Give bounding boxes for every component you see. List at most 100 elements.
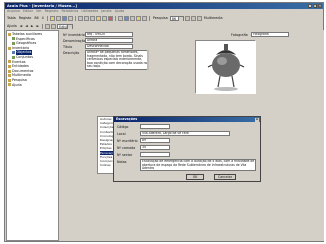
navigation-toolbar: Ajuda ◄ ◄ ► ► Edição [5,23,323,29]
table-icon [12,41,15,45]
tree-item[interactable]: Ajuda [8,83,57,88]
layer-number-field[interactable]: 34 [140,145,170,150]
open-folder-icon[interactable] [49,16,55,21]
cancel-button[interactable]: Cancelar [214,174,236,180]
description-scrollbar[interactable] [147,50,149,70]
office-number-label: Nº escritério [117,139,138,143]
dialog-title: Escavações [116,117,138,121]
denomination-field[interactable]: Ânfora [85,38,133,43]
location-label: Local [117,132,126,136]
code-field[interactable] [140,124,170,129]
close-button[interactable]: x [318,4,322,8]
notes-field[interactable]: Escavação de emergência com a duração de… [140,159,256,171]
filter-icon[interactable] [117,16,123,21]
folder-icon [8,78,11,82]
description-label: Descrição [63,51,80,55]
office-number-field[interactable]: 89 [140,138,170,143]
toolbar-separator [148,16,150,21]
excavations-dialog: Escavações x Código Local Vila Adentro, … [113,116,261,182]
report-icon[interactable] [184,16,190,21]
copy-icon[interactable] [83,16,89,21]
menu-window[interactable]: Janela [101,9,111,14]
description-field[interactable]: Ânfora* de pequenas dimensões, fragmenta… [85,50,149,70]
delete-record-icon[interactable] [107,16,113,21]
object-photo [195,40,256,94]
mode-combo[interactable]: Edição [57,23,74,29]
menu-file[interactable]: Arquivo [7,9,20,14]
save-icon[interactable] [55,16,61,21]
multimedia-label[interactable]: Multimedia [203,16,224,21]
paste-icon[interactable] [89,16,95,21]
folder-icon [8,74,11,78]
table-label: Tabla [7,16,16,20]
inventory-number-field[interactable]: arq - 09020 [85,32,133,37]
folder-icon [8,69,11,73]
dialog-title-bar: Escavações x [114,117,260,122]
help-icon[interactable] [196,16,202,21]
refresh-icon[interactable] [45,23,51,29]
record-value: 86 [34,16,39,20]
record-label: Registo [18,16,32,20]
find-combo[interactable]: 86 [169,16,184,21]
folder-icon [8,60,11,64]
record-count: 4 [41,16,44,20]
sector-number-field[interactable] [140,152,170,157]
find-label: Pesquisa [152,16,168,20]
folder-icon [8,46,11,50]
last-record-button[interactable]: ► [35,24,40,29]
main-toolbar: Tabla Registo 86 4 Pesquisa 86 Multimedi… [5,15,323,22]
location-field[interactable]: Vila Adentro, Largo da Sé Faro [140,131,230,136]
menu-view[interactable]: Ver [36,9,42,14]
next-record-button[interactable]: ► [30,24,35,29]
prev-record-button[interactable]: ◄ [24,24,29,29]
image-icon[interactable] [135,16,141,21]
cut-icon[interactable] [77,16,83,21]
minimize-button[interactable]: _ [308,4,312,8]
tree-item-label: Ajuda [12,82,22,87]
toolbar-separator [42,23,44,29]
print-icon[interactable] [61,16,67,21]
photo-label: Fotografia [231,33,248,37]
toolbar-separator [74,16,76,21]
new-record-icon[interactable] [95,16,101,21]
inventory-number-label: Nº inventário [63,33,85,37]
folder-icon [8,32,11,36]
app-window: Acala Plus - [Inventario / Museo...] _ □… [4,2,324,242]
search-icon[interactable] [123,16,129,21]
chart-icon[interactable] [190,16,196,21]
dialog-close-button[interactable]: x [255,117,259,122]
undo-icon[interactable] [51,23,57,29]
folder-icon [8,83,11,87]
amphora-image [196,41,256,94]
navigation-tree: Tabelas auxiliares Específicas Geográfic… [6,30,59,241]
layer-number-label: Nº camada [117,146,136,150]
table-icon [12,55,15,59]
sort-icon[interactable] [129,16,135,21]
link-icon[interactable] [141,16,147,21]
menu-bar: Arquivo Editar Ver Registro Relatórios U… [5,9,323,14]
denomination-label: Denominação [63,39,86,43]
edit-record-icon[interactable] [101,16,107,21]
code-label: Código [117,125,129,129]
first-record-button[interactable]: ◄ [19,24,24,29]
window-controls: _ □ x [308,4,322,8]
maximize-button[interactable]: □ [313,4,317,8]
toolbar-separator [46,16,48,21]
preview-icon[interactable] [67,16,73,21]
menu-reports[interactable]: Relatórios [61,9,78,14]
window-title: Acala Plus - [Inventario / Museo...] [7,4,78,8]
nav-label: Ajuda [7,23,17,28]
ok-button[interactable]: OK [186,174,204,180]
photo-field[interactable]: Fotografia [251,32,289,37]
title-field[interactable]: Desconhecido [85,44,133,49]
title-label: Título [63,45,73,49]
folder-icon [8,64,11,68]
menu-utilities[interactable]: Utilidades [81,9,98,14]
table-icon [12,37,15,41]
table-icon [12,51,15,55]
sector-number-label: Nº sector [117,153,133,157]
menu-help[interactable]: Ajuda [115,9,125,14]
notes-label: Notas [117,160,127,164]
menu-record[interactable]: Registro [45,9,59,14]
menu-edit[interactable]: Editar [23,9,33,14]
